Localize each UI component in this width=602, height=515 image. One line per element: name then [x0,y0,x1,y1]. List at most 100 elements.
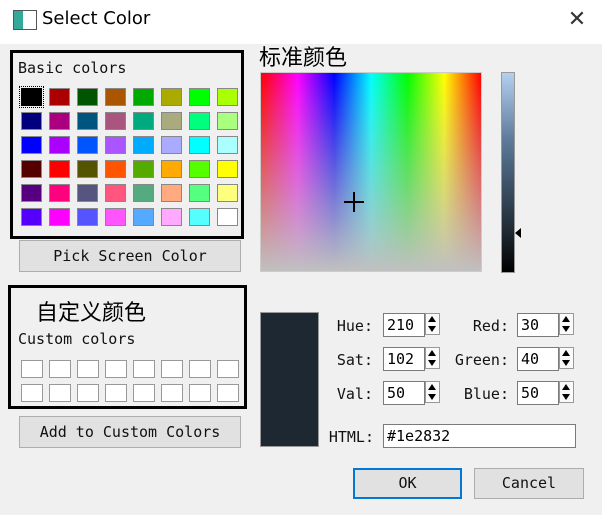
basic-color-swatch[interactable] [21,160,42,178]
custom-color-swatch[interactable] [49,360,71,378]
basic-color-swatch[interactable] [217,184,238,202]
basic-color-swatch[interactable] [189,184,210,202]
cancel-button[interactable]: Cancel [474,468,584,499]
basic-color-swatch[interactable] [189,136,210,154]
color-spectrum[interactable] [260,72,482,272]
custom-color-swatch[interactable] [77,384,99,402]
val-spinner[interactable] [425,381,440,403]
red-input[interactable]: 30 [517,313,559,337]
close-icon[interactable]: ✕ [565,6,589,34]
basic-color-swatch[interactable] [77,208,98,226]
basic-color-swatch[interactable] [49,112,70,130]
basic-color-swatch[interactable] [189,208,210,226]
spin-down-icon[interactable] [562,326,570,332]
basic-color-swatch[interactable] [77,136,98,154]
hue-label: Hue: [336,317,373,335]
basic-color-swatch[interactable] [21,112,42,130]
basic-color-swatch[interactable] [133,160,154,178]
basic-color-swatch[interactable] [105,136,126,154]
custom-color-swatch[interactable] [133,384,155,402]
basic-color-swatch[interactable] [217,160,238,178]
spin-up-icon[interactable] [562,384,570,390]
basic-color-swatch[interactable] [217,112,238,130]
custom-color-swatch[interactable] [189,384,211,402]
basic-color-swatch[interactable] [77,88,98,106]
basic-color-swatch[interactable] [19,86,44,108]
custom-color-swatch[interactable] [21,360,43,378]
pick-screen-color-button[interactable]: Pick Screen Color [19,240,241,272]
basic-color-swatch[interactable] [21,208,42,226]
basic-color-swatch[interactable] [77,160,98,178]
basic-color-swatch[interactable] [49,184,70,202]
basic-color-swatch[interactable] [133,88,154,106]
blue-input[interactable]: 50 [517,381,559,405]
add-to-custom-colors-button[interactable]: Add to Custom Colors [19,416,241,448]
luminance-handle-icon[interactable] [515,228,521,238]
basic-color-swatch[interactable] [161,208,182,226]
basic-color-swatch[interactable] [105,160,126,178]
basic-color-swatch[interactable] [105,208,126,226]
ok-button[interactable]: OK [353,468,462,499]
custom-color-swatch[interactable] [133,360,155,378]
html-input[interactable]: #1e2832 [383,424,576,448]
spin-down-icon[interactable] [428,394,436,400]
custom-color-swatch[interactable] [21,384,43,402]
luminance-slider[interactable] [501,72,515,273]
basic-color-swatch[interactable] [189,88,210,106]
basic-color-swatch[interactable] [161,160,182,178]
basic-color-swatch[interactable] [217,88,238,106]
sat-label: Sat: [336,351,373,369]
val-input[interactable]: 50 [383,381,425,405]
custom-color-swatch[interactable] [217,360,239,378]
basic-color-swatch[interactable] [21,184,42,202]
spin-down-icon[interactable] [562,360,570,366]
green-spinner[interactable] [559,347,574,369]
basic-color-swatch[interactable] [189,160,210,178]
spin-down-icon[interactable] [428,360,436,366]
spin-up-icon[interactable] [562,350,570,356]
basic-color-swatch[interactable] [49,160,70,178]
spin-up-icon[interactable] [562,316,570,322]
custom-color-swatch[interactable] [77,360,99,378]
spin-up-icon[interactable] [428,384,436,390]
basic-color-swatch[interactable] [189,112,210,130]
spin-up-icon[interactable] [428,316,436,322]
basic-color-swatch[interactable] [49,88,70,106]
basic-color-swatch[interactable] [133,208,154,226]
hue-spinner[interactable] [425,313,440,335]
green-label: Green: [454,351,509,369]
basic-color-swatch[interactable] [217,208,238,226]
custom-color-swatch[interactable] [49,384,71,402]
basic-color-swatch[interactable] [161,184,182,202]
basic-color-swatch[interactable] [77,184,98,202]
basic-color-swatch[interactable] [49,208,70,226]
basic-color-swatch[interactable] [21,136,42,154]
custom-color-swatch[interactable] [217,384,239,402]
blue-spinner[interactable] [559,381,574,403]
basic-color-swatch[interactable] [217,136,238,154]
sat-input[interactable]: 102 [383,347,425,371]
spin-down-icon[interactable] [562,394,570,400]
green-input[interactable]: 40 [517,347,559,371]
basic-color-swatch[interactable] [161,88,182,106]
basic-color-swatch[interactable] [133,112,154,130]
basic-color-swatch[interactable] [77,112,98,130]
basic-color-swatch[interactable] [133,184,154,202]
custom-color-swatch[interactable] [161,360,183,378]
basic-color-swatch[interactable] [49,136,70,154]
custom-color-swatch[interactable] [105,360,127,378]
basic-color-swatch[interactable] [105,88,126,106]
spin-down-icon[interactable] [428,326,436,332]
spin-up-icon[interactable] [428,350,436,356]
custom-color-swatch[interactable] [161,384,183,402]
hue-input[interactable]: 210 [383,313,425,337]
sat-spinner[interactable] [425,347,440,369]
basic-color-swatch[interactable] [105,112,126,130]
basic-color-swatch[interactable] [161,136,182,154]
basic-color-swatch[interactable] [105,184,126,202]
custom-color-swatch[interactable] [105,384,127,402]
basic-color-swatch[interactable] [133,136,154,154]
custom-color-swatch[interactable] [189,360,211,378]
red-spinner[interactable] [559,313,574,335]
basic-color-swatch[interactable] [161,112,182,130]
